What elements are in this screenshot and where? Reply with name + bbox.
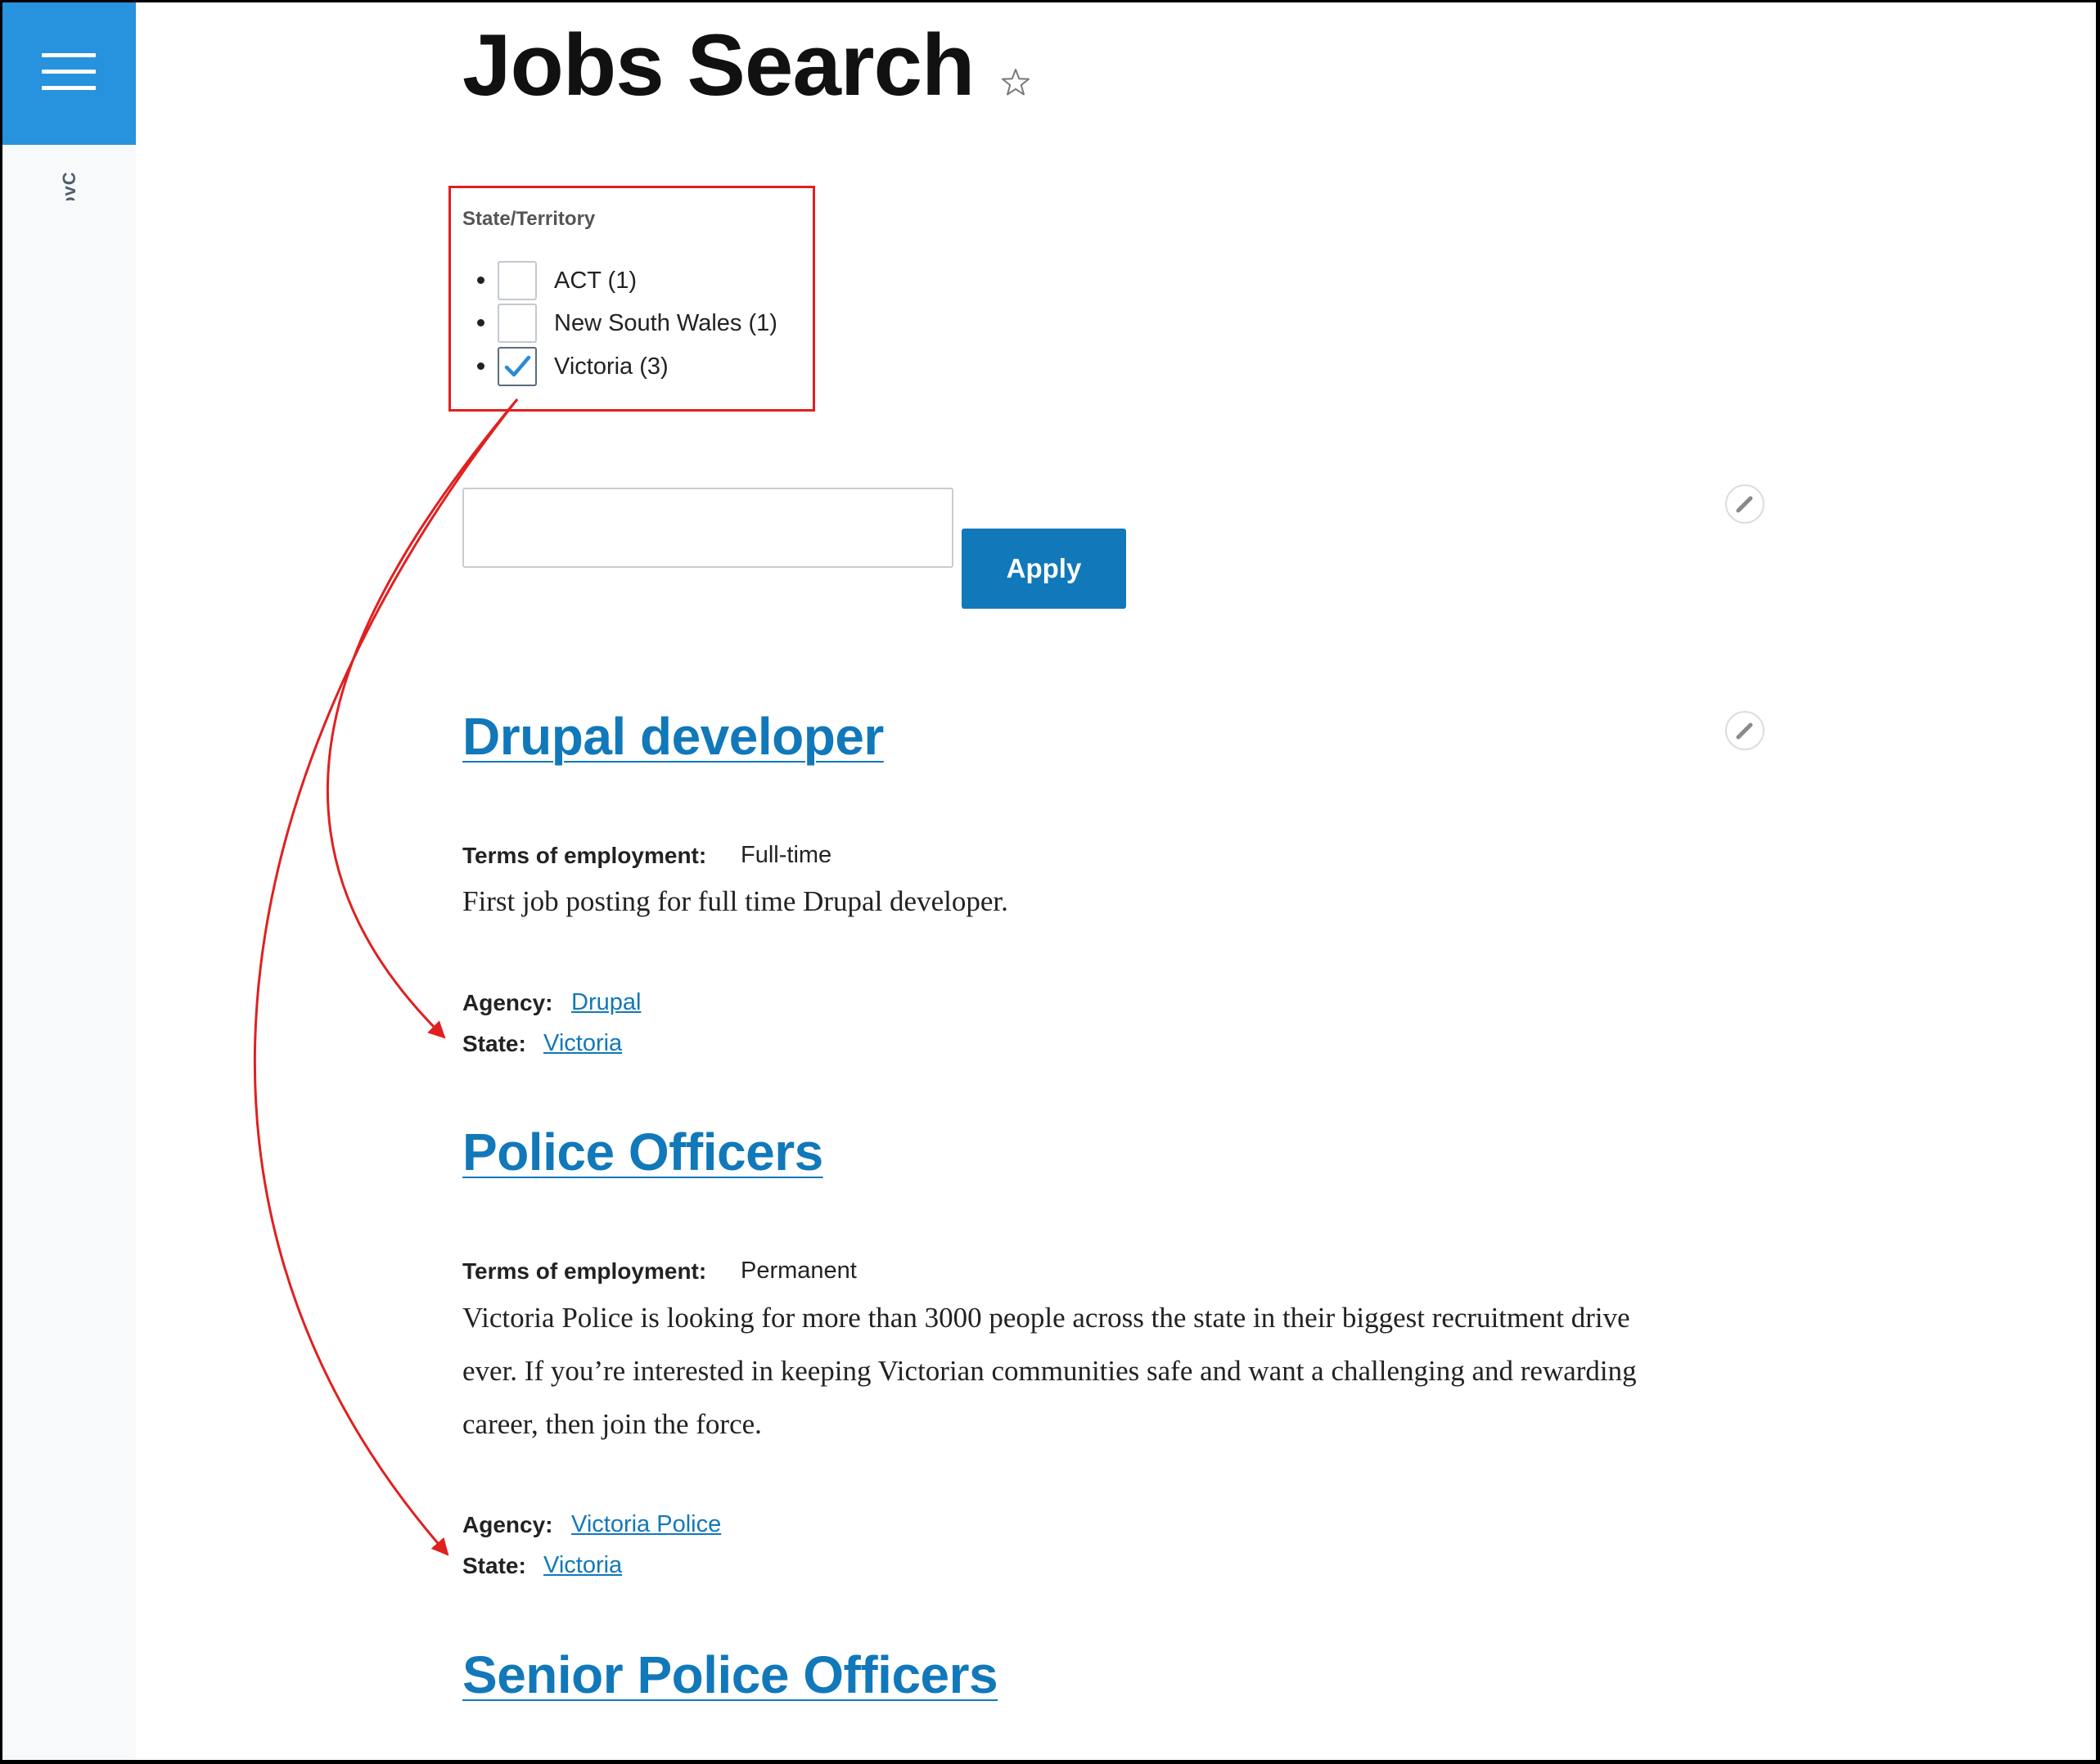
page-frame: GovC Jobs Search State/Territory ACT (1)…	[2, 2, 2096, 1760]
annotation-arrows	[253, 398, 519, 1556]
annotation-arrow	[253, 398, 519, 1556]
annotation-arrow	[326, 398, 519, 1039]
